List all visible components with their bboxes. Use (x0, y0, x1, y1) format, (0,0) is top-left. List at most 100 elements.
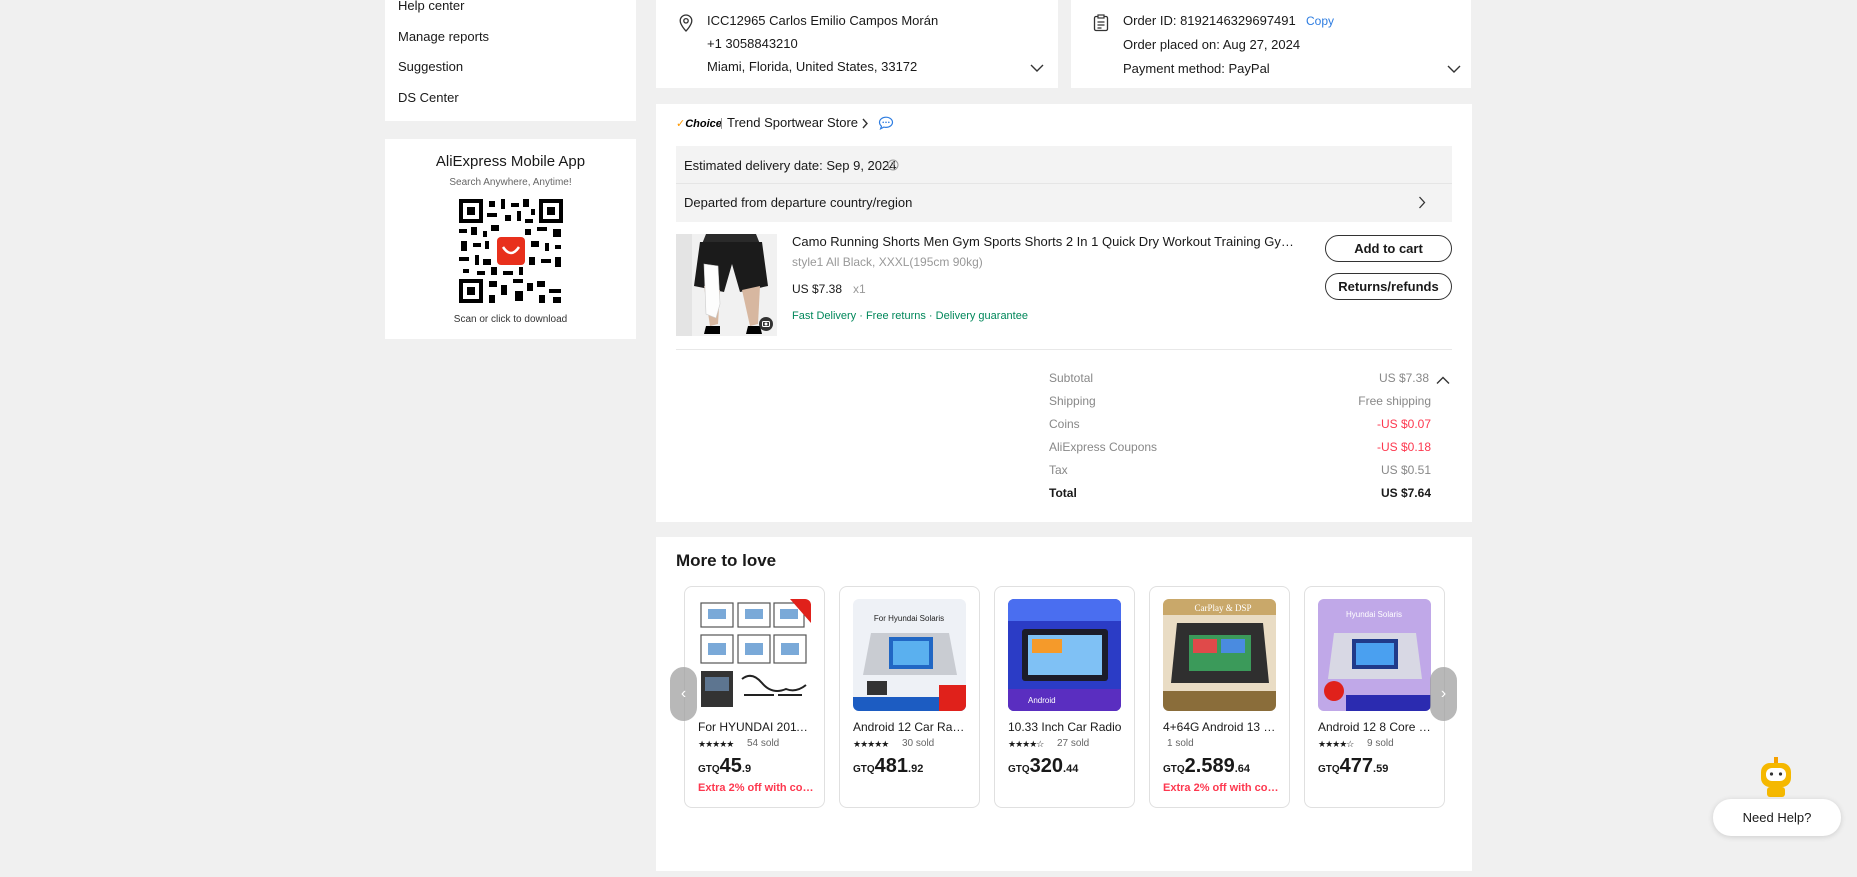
recommended-product-card[interactable]: CarPlay & DSP 4+64G Android 13 Car Radio… (1149, 586, 1290, 808)
recommended-product-name[interactable]: 4+64G Android 13 Car Radio (1163, 720, 1278, 734)
carousel-prev-button[interactable]: ‹ (670, 667, 697, 721)
rating-stars-icon: ★★★★☆ (1008, 739, 1044, 749)
mobile-app-card[interactable]: AliExpress Mobile App Search Anywhere, A… (385, 139, 636, 339)
car-radio-image: Android (1008, 599, 1121, 711)
product-price: US $7.38 (792, 282, 843, 296)
menu-item-ds-center[interactable]: DS Center (398, 90, 459, 105)
recommended-product-name[interactable]: 10.33 Inch Car Radio (1008, 720, 1123, 734)
menu-item-suggestion[interactable]: Suggestion (398, 59, 463, 74)
choice-logo: ✓Choice (676, 118, 722, 130)
recipient-name: ICC12965 Carlos Emilio Campos Morán (707, 13, 939, 28)
recommended-product-price: GTQ481.92 (853, 755, 924, 777)
sold-count: 27 sold (1057, 738, 1090, 749)
app-promo-subtitle: Search Anywhere, Anytime! (449, 177, 572, 188)
recommended-product-image[interactable]: CarPlay & DSP (1163, 599, 1276, 711)
summary-value-shipping: Free shipping (1358, 394, 1431, 408)
store-name-link[interactable]: Trend Sportwear Store (727, 115, 858, 130)
car-radio-kit-image (698, 599, 811, 711)
menu-item-manage-reports[interactable]: Manage reports (398, 29, 489, 44)
recommended-product-card[interactable]: Android 10.33 Inch Car Radio ★★★★☆ 27 so… (994, 586, 1135, 808)
app-download-text[interactable]: Scan or click to download (385, 314, 636, 325)
product-perks: Fast Delivery · Free returns · Delivery … (792, 310, 1028, 322)
recommended-product-card[interactable]: Hyundai Solaris Android 12 8 Core Car Ra… (1304, 586, 1445, 808)
help-robot-icon[interactable] (1757, 757, 1795, 799)
summary-label-subtotal: Subtotal (1049, 371, 1094, 385)
qr-code-icon[interactable] (459, 199, 563, 303)
payment-method: Payment method: PayPal (1123, 61, 1270, 76)
car-radio-image: CarPlay & DSP (1163, 599, 1276, 711)
rating-stars-icon: ★★★★★ (853, 739, 889, 749)
chevron-up-icon[interactable] (1436, 376, 1450, 385)
shorts-product-image (676, 234, 777, 336)
chevron-right-icon[interactable] (1418, 196, 1426, 209)
chat-icon[interactable] (878, 116, 894, 130)
summary-value-coupons: -US $0.18 (1376, 440, 1431, 454)
recommended-product-image[interactable]: Android (1008, 599, 1121, 711)
chevron-down-icon[interactable] (1447, 64, 1461, 74)
menu-item-help-center[interactable]: Help center (398, 0, 464, 13)
copy-order-id-link[interactable]: Copy (1306, 14, 1334, 28)
recommended-product-price: GTQ477.59 (1318, 755, 1389, 777)
order-placed-date: Order placed on: Aug 27, 2024 (1123, 37, 1301, 52)
add-to-cart-button[interactable]: Add to cart (1325, 235, 1452, 262)
recommended-product-name[interactable]: Android 12 Car Radio for Hyundai Solaris (853, 720, 968, 734)
recommended-product-name[interactable]: For HYUNDAI 2011-2016 Car Radio (698, 720, 813, 734)
summary-divider (676, 349, 1452, 350)
svg-text:CarPlay & DSP: CarPlay & DSP (1194, 603, 1251, 613)
summary-label-total: Total (1049, 486, 1077, 500)
summary-label-shipping: Shipping (1049, 394, 1096, 408)
chevron-right-icon: › (1440, 685, 1447, 702)
summary-value-tax: US $0.51 (1380, 463, 1431, 477)
order-id: Order ID: 8192146329697491 (1123, 13, 1296, 28)
product-title-link[interactable]: Camo Running Shorts Men Gym Sports Short… (792, 234, 1300, 249)
rating-stars-icon: ★★★★★ (698, 739, 734, 749)
product-quantity: x1 (853, 282, 866, 296)
recommended-product-image[interactable] (698, 599, 811, 711)
recommended-product-card[interactable]: For HYUNDAI 2011-2016 Car Radio ★★★★★ 54… (684, 586, 825, 808)
sold-count: 30 sold (902, 738, 935, 749)
recommended-product-name[interactable]: Android 12 8 Core Car Radio (1318, 720, 1433, 734)
recipient-phone: +1 3058843210 (707, 36, 798, 51)
app-promo-title: AliExpress Mobile App (435, 153, 586, 170)
account-side-menu: Help center Manage reports Suggestion DS… (385, 0, 636, 121)
store-order-card: ✓Choice Trend Sportwear Store Estimated … (656, 104, 1472, 522)
tracking-status-link[interactable]: Departed from departure country/region (684, 195, 912, 210)
returns-refunds-button[interactable]: Returns/refunds (1325, 273, 1452, 300)
svg-text:Android: Android (1028, 696, 1056, 705)
summary-label-coins: Coins (1049, 417, 1080, 431)
car-radio-image: For Hyundai Solaris (853, 599, 966, 711)
recommended-product-price: GTQ2.589.64 (1163, 755, 1251, 777)
order-info-card: Order ID: 8192146329697491 Copy Order pl… (1071, 0, 1471, 88)
summary-value-subtotal: US $7.38 (1378, 371, 1429, 385)
recommended-product-card[interactable]: For Hyundai Solaris Android 12 Car Radio… (839, 586, 980, 808)
summary-value-total: US $7.64 (1380, 486, 1431, 500)
product-variant: style1 All Black, XXXL(195cm 90kg) (792, 255, 983, 269)
choice-separator (721, 118, 722, 129)
more-to-love-title: More to love (676, 551, 777, 570)
promo-text: Extra 2% off with coins (1163, 782, 1281, 794)
product-thumbnail[interactable] (676, 234, 777, 336)
recommended-product-image[interactable]: Hyundai Solaris (1318, 599, 1431, 711)
recipient-location: Miami, Florida, United States, 33172 (707, 59, 918, 74)
carousel-next-button[interactable]: › (1430, 667, 1457, 721)
recommended-product-image[interactable]: For Hyundai Solaris (853, 599, 966, 711)
summary-value-coins: -US $0.07 (1376, 417, 1431, 431)
svg-text:For Hyundai Solaris: For Hyundai Solaris (874, 614, 944, 623)
promo-text: Extra 2% off with coins (698, 782, 816, 794)
delivery-divider (676, 183, 1452, 184)
chevron-right-icon[interactable] (861, 118, 869, 129)
car-radio-image: Hyundai Solaris (1318, 599, 1431, 711)
summary-label-coupons: AliExpress Coupons (1049, 440, 1158, 454)
sold-count: 1 sold (1167, 738, 1194, 749)
recommended-product-price: GTQ320.44 (1008, 755, 1079, 777)
estimated-delivery-date: Estimated delivery date: Sep 9, 2024 (684, 158, 897, 173)
shipping-address-card: ICC12965 Carlos Emilio Campos Morán +1 3… (656, 0, 1058, 88)
chevron-left-icon: ‹ (680, 685, 687, 702)
svg-text:Hyundai Solaris: Hyundai Solaris (1346, 610, 1402, 619)
rating-stars-icon: ★★★★☆ (1318, 739, 1354, 749)
info-icon[interactable] (887, 159, 899, 171)
need-help-button[interactable]: Need Help? (1713, 799, 1841, 836)
chevron-down-icon[interactable] (1030, 63, 1044, 73)
sold-count: 54 sold (747, 738, 780, 749)
sold-count: 9 sold (1367, 738, 1394, 749)
